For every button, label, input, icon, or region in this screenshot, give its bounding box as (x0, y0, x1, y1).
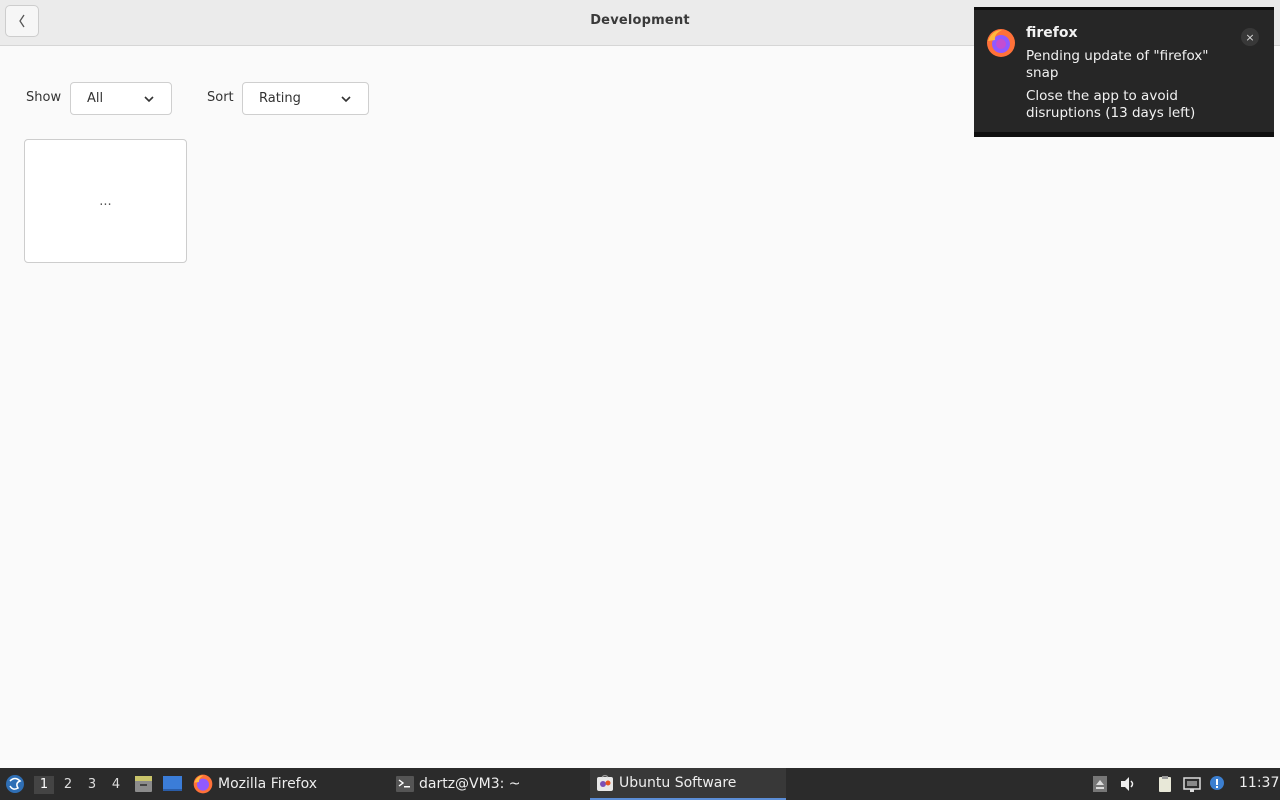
lxqt-menu-icon[interactable] (5, 774, 25, 794)
sort-dropdown[interactable]: Rating (242, 82, 369, 115)
software-center-icon (597, 774, 613, 791)
task-label: dartz@VM3: ~ (419, 776, 521, 792)
firefox-icon (987, 29, 1015, 57)
update-notification[interactable]: firefox Pending update of "firefox" snap… (974, 7, 1274, 137)
close-notification-button[interactable]: × (1241, 28, 1259, 46)
workspace-3[interactable]: 3 (82, 776, 102, 794)
notification-app-name: firefox (1026, 25, 1078, 41)
sort-dropdown-value: Rating (259, 91, 301, 106)
task-label: Mozilla Firefox (218, 776, 318, 792)
chevron-down-icon (341, 96, 351, 103)
task-ubuntu-software[interactable]: Ubuntu Software (590, 768, 786, 800)
chevron-down-icon (144, 96, 154, 103)
show-dropdown[interactable]: All (70, 82, 172, 115)
workspace-2[interactable]: 2 (58, 776, 78, 794)
task-label: Ubuntu Software (619, 775, 737, 791)
task-firefox[interactable]: Mozilla Firefox (193, 768, 383, 800)
task-terminal[interactable]: dartz@VM3: ~ (396, 768, 586, 800)
updates-icon[interactable] (1208, 775, 1226, 793)
loading-placeholder: ... (99, 193, 112, 209)
file-manager-icon[interactable] (134, 775, 153, 793)
clipboard-icon[interactable] (1156, 775, 1174, 793)
sort-label: Sort (207, 90, 234, 105)
firefox-icon (193, 774, 213, 794)
workspace-1[interactable]: 1 (34, 776, 54, 794)
show-dropdown-value: All (87, 91, 104, 106)
volume-icon[interactable] (1119, 775, 1137, 793)
network-icon[interactable] (1183, 775, 1201, 793)
workspace-4[interactable]: 4 (106, 776, 126, 794)
show-desktop-icon[interactable] (162, 775, 183, 793)
taskbar: 1 2 3 4 Mozilla Firefox dartz@VM3: ~ Ubu… (0, 768, 1280, 800)
notification-summary: Pending update of "firefox" snap (1026, 48, 1209, 81)
terminal-icon (396, 776, 414, 792)
notification-body: Close the app to avoid disruptions (13 d… (1026, 88, 1196, 121)
eject-icon[interactable] (1091, 775, 1109, 793)
clock[interactable]: 11:37 (1239, 775, 1279, 791)
app-tile-loading[interactable]: ... (24, 139, 187, 263)
show-label: Show (26, 90, 62, 105)
